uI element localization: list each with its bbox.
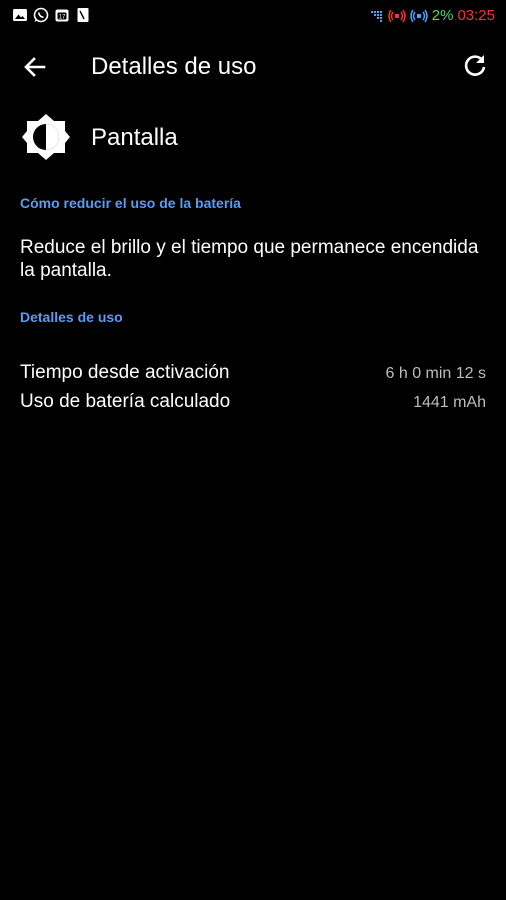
detail-value: 1441 mAh [413,394,486,411]
item-title: Pantalla [91,124,178,151]
usage-item-header: Pantalla [0,108,506,168]
detail-row-battery-usage: Uso de batería calculado 1441 mAh [20,389,486,417]
notification-icons: 17 [12,7,91,23]
wifi-hotspot-red-icon [388,9,406,23]
arrow-back-icon [24,57,46,77]
refresh-button[interactable] [460,50,490,80]
back-button[interactable] [20,52,50,82]
status-clock: 03:25 [457,7,495,24]
detail-row-time-since-activation: Tiempo desde activación 6 h 0 min 12 s [20,360,486,388]
reduce-usage-tip[interactable]: Reduce el brillo y el tiempo que permane… [20,236,480,282]
page-title: Detalles de uso [91,53,257,80]
battery-percent: 2% [431,7,454,24]
document-icon [77,8,89,22]
wifi-hotspot-blue-icon [410,9,428,23]
reduce-usage-header: Cómo reducir el uso de la batería [20,195,241,211]
detail-label: Tiempo desde activación [20,362,230,383]
whatsapp-icon [33,7,49,23]
data-signal-icon [370,11,382,22]
svg-text:17: 17 [59,15,66,21]
calendar-icon: 17 [55,9,69,22]
system-status-icons: 2% 03:25 [370,5,495,27]
status-bar: 17 2% 03:25 [0,0,506,32]
usage-details-header: Detalles de uso [20,309,123,325]
app-bar: Detalles de uso [0,32,506,102]
image-icon [13,9,27,21]
refresh-icon [464,55,486,76]
detail-value: 6 h 0 min 12 s [385,365,487,382]
brightness-icon [22,114,70,160]
detail-label: Uso de batería calculado [20,391,231,412]
